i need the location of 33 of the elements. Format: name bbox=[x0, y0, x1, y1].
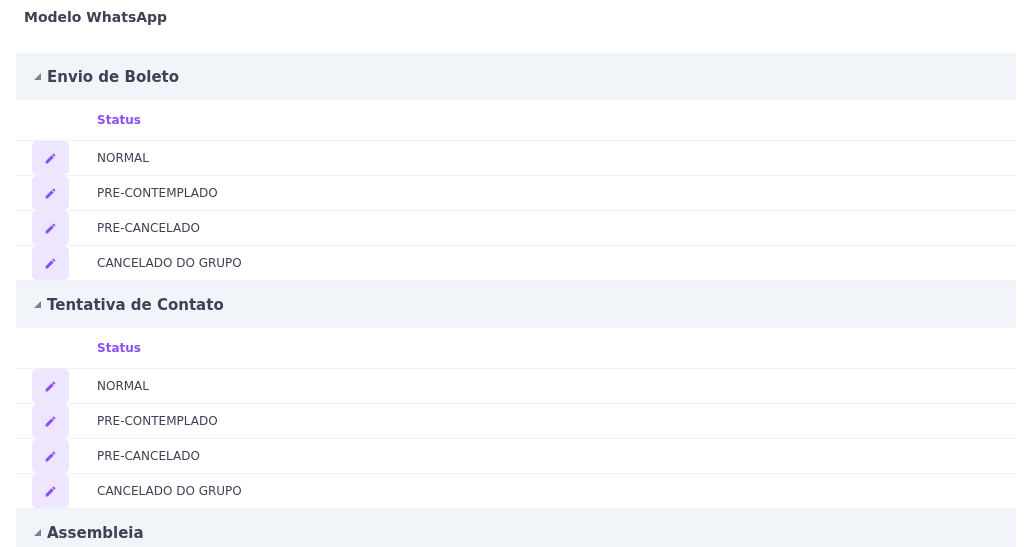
group-header[interactable]: Envio de Boleto bbox=[16, 53, 1016, 100]
status-cell: PRE-CONTEMPLADO bbox=[97, 186, 218, 200]
edit-button[interactable] bbox=[32, 176, 69, 210]
status-cell: PRE-CONTEMPLADO bbox=[97, 414, 218, 428]
group-title: Tentativa de Contato bbox=[47, 295, 224, 314]
group-title: Envio de Boleto bbox=[47, 67, 180, 86]
status-cell: PRE-CANCELADO bbox=[97, 449, 200, 463]
pencil-icon bbox=[44, 484, 57, 498]
page-title: Modelo WhatsApp bbox=[23, 8, 169, 27]
column-header: Status bbox=[97, 113, 141, 127]
group-header[interactable]: Assembleia bbox=[16, 509, 1016, 547]
pencil-icon bbox=[44, 151, 57, 165]
edit-button[interactable] bbox=[32, 246, 69, 280]
status-cell: CANCELADO DO GRUPO bbox=[97, 256, 242, 270]
status-cell: NORMAL bbox=[97, 379, 149, 393]
pencil-icon bbox=[44, 449, 57, 463]
edit-button[interactable] bbox=[32, 474, 69, 508]
pencil-icon bbox=[44, 186, 57, 200]
column-header: Status bbox=[97, 341, 141, 355]
pencil-icon bbox=[44, 221, 57, 235]
edit-button[interactable] bbox=[32, 141, 69, 175]
edit-button[interactable] bbox=[32, 439, 69, 473]
edit-button[interactable] bbox=[32, 369, 69, 403]
pencil-icon bbox=[44, 414, 57, 428]
edit-button[interactable] bbox=[32, 211, 69, 245]
pencil-icon bbox=[44, 256, 57, 270]
status-cell: NORMAL bbox=[97, 151, 149, 165]
status-cell: CANCELADO DO GRUPO bbox=[97, 484, 242, 498]
edit-button[interactable] bbox=[32, 404, 69, 438]
pencil-icon bbox=[44, 379, 57, 393]
group-header[interactable]: Tentativa de Contato bbox=[16, 281, 1016, 328]
status-cell: PRE-CANCELADO bbox=[97, 221, 200, 235]
group-title: Assembleia bbox=[47, 523, 144, 542]
